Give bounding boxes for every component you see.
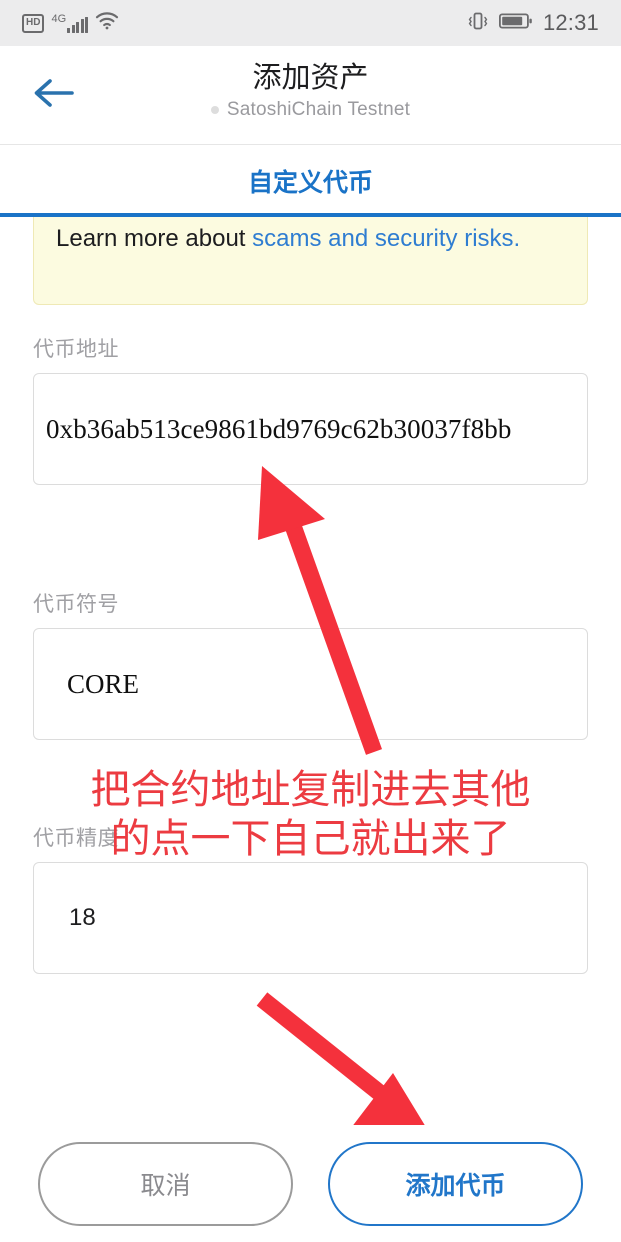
status-bar-clock: 12:31 bbox=[542, 10, 599, 35]
status-bar-right: 12:31 bbox=[467, 10, 599, 37]
scams-security-link[interactable]: scams and security risks. bbox=[252, 225, 520, 252]
page-title: 添加资产 bbox=[252, 62, 369, 94]
network-name: SatoshiChain Testnet bbox=[226, 99, 411, 121]
token-address-label: 代币地址 bbox=[33, 338, 119, 361]
token-address-input[interactable]: 0xb36ab513ce9861bd9769c62b30037f8bb bbox=[33, 373, 588, 485]
signal-strength-bars bbox=[67, 16, 89, 33]
signal-bars-icon: 4G bbox=[51, 12, 89, 33]
token-symbol-input[interactable]: CORE bbox=[33, 628, 588, 740]
status-bar: HD 4G 12:31 bbox=[0, 0, 621, 46]
status-bar-left: HD 4G bbox=[22, 11, 119, 35]
token-decimals-value: 18 bbox=[69, 904, 96, 931]
token-symbol-label: 代币符号 bbox=[33, 593, 119, 616]
network-status-dot-icon bbox=[210, 106, 219, 115]
security-warning-text: Learn more about scams and security risk… bbox=[56, 223, 565, 255]
network-indicator: SatoshiChain Testnet bbox=[0, 99, 621, 121]
network-type-label: 4G bbox=[51, 12, 67, 25]
app-header: 添加资产 SatoshiChain Testnet bbox=[0, 46, 621, 145]
vibrate-icon bbox=[467, 10, 489, 37]
hd-badge-icon: HD bbox=[22, 13, 45, 33]
security-warning-banner: Learn more about scams and security risk… bbox=[33, 217, 588, 305]
token-decimals-label: 代币精度 bbox=[33, 827, 119, 850]
warning-text-plain: Learn more about bbox=[56, 225, 253, 252]
tab-bar: 自定义代币 bbox=[0, 145, 621, 217]
token-address-value: 0xb36ab513ce9861bd9769c62b30037f8bb bbox=[46, 413, 512, 444]
token-decimals-field: 代币精度 18 bbox=[33, 822, 588, 974]
annotation-arrow-down bbox=[256, 992, 432, 1137]
token-decimals-input[interactable]: 18 bbox=[33, 862, 588, 974]
battery-icon bbox=[498, 12, 533, 35]
token-symbol-field: 代币符号 CORE bbox=[33, 588, 588, 740]
tab-custom-token[interactable]: 自定义代币 bbox=[248, 163, 373, 199]
header-title-block: 添加资产 SatoshiChain Testnet bbox=[0, 62, 621, 121]
action-bar: 取消 添加代币 bbox=[0, 1125, 621, 1242]
token-address-field: 代币地址 0xb36ab513ce9861bd9769c62b30037f8bb bbox=[33, 333, 588, 485]
add-token-button[interactable]: 添加代币 bbox=[328, 1141, 583, 1226]
cancel-button[interactable]: 取消 bbox=[38, 1141, 293, 1226]
wifi-icon bbox=[95, 11, 119, 35]
form-content: Learn more about scams and security risk… bbox=[0, 217, 621, 974]
token-symbol-value: CORE bbox=[67, 668, 140, 699]
